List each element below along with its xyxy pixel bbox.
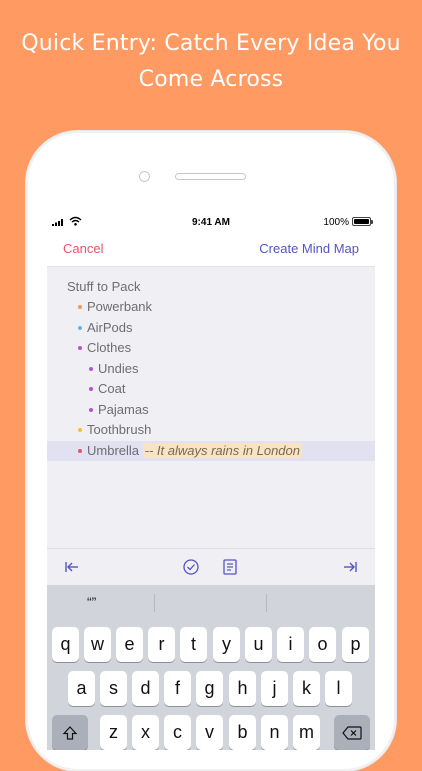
bullet-dot	[89, 367, 93, 371]
checkbox-icon[interactable]	[182, 558, 200, 576]
outdent-icon[interactable]	[63, 558, 81, 576]
key-l[interactable]: l	[325, 671, 352, 706]
headline-line-2: Come Across	[138, 67, 284, 92]
key-f[interactable]: f	[164, 671, 191, 706]
key-g[interactable]: g	[196, 671, 223, 706]
key-o[interactable]: o	[309, 627, 336, 662]
outline-item-text: Powerbank	[87, 299, 153, 314]
bullet-dot	[78, 305, 82, 309]
suggestion-separator	[154, 594, 155, 612]
key-v[interactable]: v	[196, 715, 223, 750]
delete-key[interactable]	[334, 715, 370, 750]
keyboard: “” q w e r t y u i o p a s d f g h j k l…	[47, 585, 375, 750]
key-b[interactable]: b	[229, 715, 256, 750]
key-a[interactable]: a	[68, 671, 95, 706]
indent-icon[interactable]	[341, 558, 359, 576]
key-t[interactable]: t	[180, 627, 207, 662]
key-x[interactable]: x	[132, 715, 159, 750]
key-h[interactable]: h	[229, 671, 256, 706]
outline-item-text: Clothes	[87, 340, 132, 355]
shift-key[interactable]	[52, 715, 88, 750]
camera-icon	[139, 171, 150, 182]
bullet-dot	[78, 449, 82, 453]
key-e[interactable]: e	[116, 627, 143, 662]
key-m[interactable]: m	[293, 715, 320, 750]
outline-item-text: AirPods	[87, 320, 133, 335]
outline-item-text: Stuff to Pack	[67, 279, 141, 294]
outline-row-selected[interactable]: Umbrella -- It always rains in London	[47, 441, 375, 461]
outline-row[interactable]: Coat	[47, 379, 375, 399]
suggestion-quotes[interactable]: “”	[87, 594, 96, 610]
key-u[interactable]: u	[245, 627, 272, 662]
bullet-dot	[78, 428, 82, 432]
key-k[interactable]: k	[293, 671, 320, 706]
key-p[interactable]: p	[342, 627, 369, 662]
bullet-dot	[78, 326, 82, 330]
shift-icon	[62, 726, 78, 740]
bullet-dot	[89, 387, 93, 391]
suggestion-bar: “”	[47, 585, 375, 621]
key-y[interactable]: y	[213, 627, 240, 662]
outline-item-text: Undies	[98, 361, 139, 376]
outline-row[interactable]: Stuff to Pack	[47, 277, 375, 297]
headline-line-1: Quick Entry: Catch Every Idea You	[21, 31, 401, 56]
outline-row[interactable]: Toothbrush	[47, 420, 375, 440]
battery-icon	[352, 217, 371, 226]
delete-icon	[342, 726, 362, 740]
battery-tip	[371, 220, 373, 224]
key-c[interactable]: c	[164, 715, 191, 750]
outline-editor[interactable]: Stuff to Pack Powerbank AirPods Clothes …	[47, 267, 375, 548]
headline: Quick Entry: Catch Every Idea You Come A…	[0, 26, 422, 98]
outline-item-wrapper: Umbrella -- It always rains in London	[87, 441, 302, 461]
key-i[interactable]: i	[277, 627, 304, 662]
create-mind-map-button[interactable]: Create Mind Map	[259, 241, 359, 256]
speaker-grille	[175, 173, 246, 180]
key-d[interactable]: d	[132, 671, 159, 706]
bullet-dot	[78, 346, 82, 350]
outline-item-text: Toothbrush	[87, 422, 152, 437]
key-n[interactable]: n	[261, 715, 288, 750]
cancel-button[interactable]: Cancel	[63, 241, 103, 256]
key-w[interactable]: w	[84, 627, 111, 662]
key-s[interactable]: s	[100, 671, 127, 706]
outline-item-note: -- It always rains in London	[142, 443, 302, 458]
key-j[interactable]: j	[261, 671, 288, 706]
outline-item-text: Pajamas	[98, 402, 149, 417]
outline-item-text: Umbrella	[87, 443, 140, 458]
outline-row[interactable]: Undies	[47, 359, 375, 379]
battery-percentage: 100%	[323, 217, 349, 228]
editing-toolbar	[47, 548, 375, 586]
note-icon[interactable]	[221, 558, 239, 576]
key-z[interactable]: z	[100, 715, 127, 750]
bullet-dot	[89, 408, 93, 412]
key-q[interactable]: q	[52, 627, 79, 662]
status-bar: 9:41 AM 100%	[47, 213, 375, 233]
outline-row[interactable]: Clothes	[47, 338, 375, 358]
navigation-bar: Cancel Create Mind Map	[47, 233, 375, 267]
outline-row[interactable]: Powerbank	[47, 297, 375, 317]
key-r[interactable]: r	[148, 627, 175, 662]
outline-row[interactable]: Pajamas	[47, 400, 375, 420]
suggestion-separator	[266, 594, 267, 612]
outline-item-text: Coat	[98, 381, 126, 396]
outline-row[interactable]: AirPods	[47, 318, 375, 338]
phone-screen: 9:41 AM 100% Cancel Create Mind Map Stuf…	[47, 213, 375, 750]
